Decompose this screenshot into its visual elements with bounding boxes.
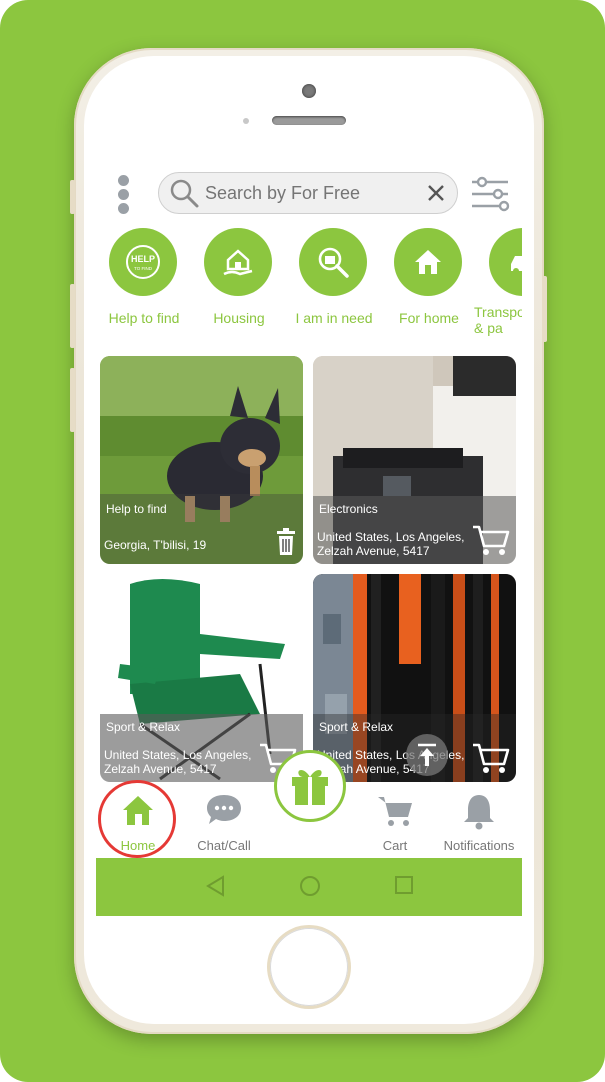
category-label: For home — [399, 310, 459, 326]
svg-text:TO FIND: TO FIND — [134, 266, 153, 271]
scroll-to-top-button[interactable] — [406, 734, 448, 776]
category-label: Housing — [213, 310, 265, 326]
cart-icon[interactable] — [472, 742, 510, 774]
listing-location: Georgia, T'bilisi, 19 — [104, 538, 207, 552]
listing-card[interactable]: Help to find Georgia, T'bilisi, 19 — [100, 356, 303, 564]
nav-notifications-label: Notifications — [443, 838, 515, 853]
category-housing[interactable]: Housing — [191, 228, 287, 338]
svg-text:HELP: HELP — [131, 254, 155, 264]
cart-icon[interactable] — [472, 524, 510, 556]
category-transport[interactable]: Transpo & pa — [474, 228, 522, 338]
home-circle-icon[interactable] — [298, 874, 322, 898]
search-input[interactable] — [205, 179, 415, 207]
power-button — [542, 276, 547, 342]
front-camera — [302, 84, 316, 98]
category-strip: HELP TO FIND Help to find Housing I am i… — [96, 228, 522, 338]
nav-chat-label: Chat/Call — [197, 838, 251, 853]
arrow-up-icon — [418, 743, 436, 766]
filter-settings-icon[interactable] — [470, 174, 510, 214]
nav-chat-call[interactable]: Chat/Call — [182, 786, 266, 858]
back-triangle-icon[interactable] — [204, 874, 226, 898]
volume-down-button — [70, 368, 75, 432]
volume-up-button — [70, 284, 75, 348]
search-icon — [170, 179, 199, 208]
trash-icon[interactable] — [275, 528, 297, 556]
nav-cart-label: Cart — [382, 838, 408, 853]
active-tab-highlight-ring — [98, 780, 176, 858]
bell-icon — [464, 795, 494, 830]
category-for-home[interactable]: For home — [381, 228, 477, 338]
listing-category: Sport & Relax — [106, 720, 181, 734]
listing-category: Electronics — [319, 502, 378, 516]
magnifier-bag-icon — [299, 228, 367, 296]
listing-location: United States, Los Angeles, Zelzah Avenu… — [317, 530, 465, 558]
cart-icon — [378, 797, 412, 826]
app-screen: HELP TO FIND Help to find Housing — [96, 168, 522, 916]
phone-home-button[interactable] — [270, 928, 348, 1006]
android-nav-bar — [96, 858, 522, 916]
search-bar[interactable] — [158, 172, 458, 214]
category-label: Help to find — [108, 310, 180, 326]
chat-bubble-icon — [207, 795, 241, 824]
recents-square-icon[interactable] — [393, 874, 415, 896]
listing-card[interactable]: Electronics United States, Los Angeles, … — [313, 356, 516, 564]
mute-switch — [70, 180, 75, 214]
clear-search-icon[interactable] — [425, 182, 447, 204]
listing-category: Sport & Relax — [319, 720, 394, 734]
home-icon — [394, 228, 462, 296]
house-hand-icon — [204, 228, 272, 296]
listing-location: United States, Los Angeles, Zelzah Avenu… — [104, 748, 252, 776]
category-label: Transpo & pa — [474, 304, 522, 336]
nav-notifications[interactable]: Notifications — [436, 786, 522, 858]
category-i-am-in-need[interactable]: I am in need — [286, 228, 382, 338]
listing-card[interactable]: Sport & Relax United States, Los Angeles… — [100, 574, 303, 782]
nav-cart[interactable]: Cart — [354, 786, 436, 858]
earpiece-speaker — [272, 116, 346, 125]
car-icon — [489, 228, 522, 296]
help-badge-icon: HELP TO FIND — [109, 228, 177, 296]
category-label: I am in need — [295, 310, 373, 326]
listing-category: Help to find — [106, 502, 167, 516]
category-help-to-find[interactable]: HELP TO FIND Help to find — [96, 228, 192, 338]
proximity-sensor — [243, 118, 249, 124]
more-menu-icon[interactable] — [118, 175, 130, 215]
gift-icon — [292, 770, 328, 805]
top-bar — [96, 168, 522, 220]
gift-button[interactable] — [274, 750, 346, 822]
